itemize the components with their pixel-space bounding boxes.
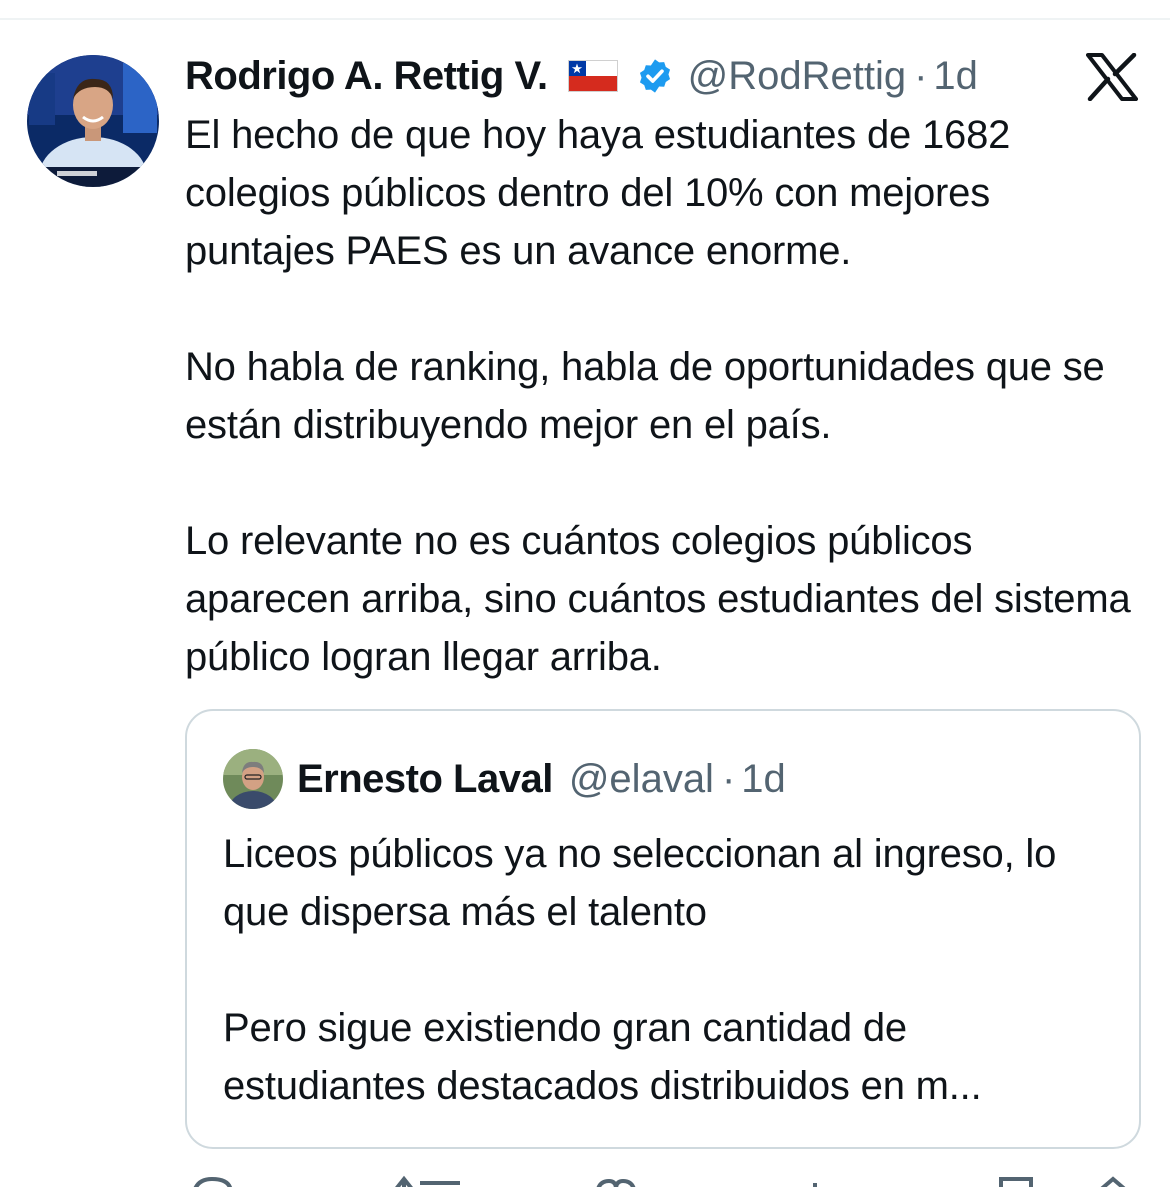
bookmark-icon[interactable] (997, 1175, 1037, 1187)
verified-badge-icon (636, 57, 674, 95)
like-icon[interactable] (593, 1175, 639, 1187)
quoted-tweet-header: Ernesto Laval @elaval · 1d (223, 747, 786, 811)
share-icon[interactable] (1093, 1175, 1133, 1187)
tweet-paragraph: El hecho de que hoy haya estudiantes de … (185, 113, 1011, 273)
reply-icon[interactable] (189, 1175, 235, 1187)
top-divider (0, 18, 1170, 20)
tweet-time[interactable]: 1d (933, 54, 978, 99)
retweet-icon[interactable] (390, 1175, 470, 1187)
separator-dot: · (721, 756, 736, 801)
x-logo-icon (1086, 52, 1138, 102)
quoted-tweet-text: Liceos públicos ya no seleccionan al ing… (223, 825, 1113, 1115)
chile-flag-icon (567, 60, 618, 92)
quoted-tweet-paragraph: Pero sigue existiendo gran cantidad de e… (223, 1006, 982, 1108)
separator-dot: · (914, 53, 928, 98)
tweet-text: El hecho de que hoy haya estudiantes de … (185, 106, 1145, 686)
tweet-paragraph: Lo relevante no es cuántos colegios públ… (185, 519, 1131, 679)
views-icon[interactable] (797, 1175, 837, 1187)
quoted-author-name[interactable]: Ernesto Laval (297, 757, 553, 802)
tweet-header: Rodrigo A. Rettig V. @RodRettig · 1d (185, 48, 978, 104)
author-name[interactable]: Rodrigo A. Rettig V. (185, 54, 548, 99)
quoted-author-handle[interactable]: @elaval (569, 757, 714, 802)
author-avatar[interactable] (27, 55, 159, 187)
quoted-author-avatar[interactable] (223, 749, 283, 809)
quoted-tweet-card[interactable]: Ernesto Laval @elaval · 1d Liceos públic… (185, 709, 1141, 1149)
tweet-paragraph: No habla de ranking, habla de oportunida… (185, 345, 1105, 447)
tweet-action-bar (185, 1165, 1145, 1187)
author-handle[interactable]: @RodRettig (688, 54, 906, 99)
quoted-tweet-paragraph: Liceos públicos ya no seleccionan al ing… (223, 832, 1057, 934)
quoted-tweet-time[interactable]: 1d (741, 757, 786, 802)
